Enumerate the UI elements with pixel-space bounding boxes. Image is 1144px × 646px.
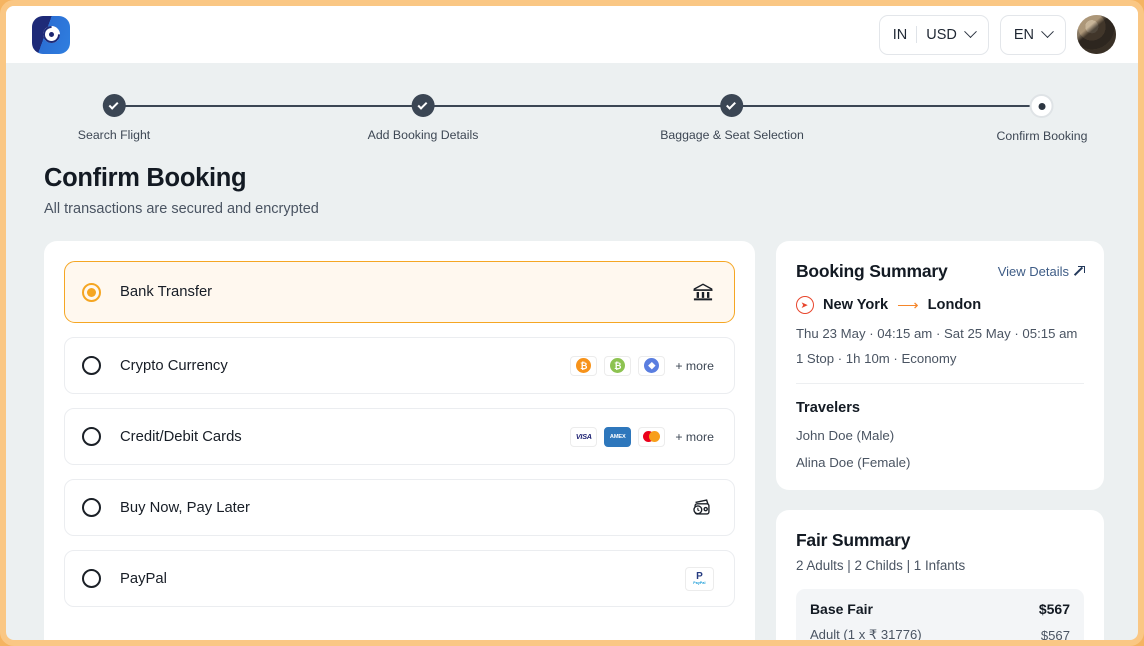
stepper-step-label: Baggage & Seat Selection [660, 128, 804, 142]
fair-summary-card: Fair Summary 2 Adults | 2 Childs | 1 Inf… [776, 510, 1104, 646]
radio-paypal[interactable] [82, 569, 101, 588]
flight-meta: 1 Stop · 1h 10m · Economy [796, 351, 1084, 366]
fare-breakdown: Base Fair $567 Adult (1 x ₹ 31776) $567 … [796, 589, 1084, 646]
payment-option-icons: ₿ ₿ ◆ + more [570, 356, 714, 376]
payment-option-label: Credit/Debit Cards [120, 429, 570, 445]
view-details-label: View Details [998, 264, 1069, 279]
stepper-step-label: Add Booking Details [368, 128, 479, 142]
payment-option-crypto-currency[interactable]: Crypto Currency ₿ ₿ ◆ + more [64, 337, 735, 394]
step-node-current-icon [1030, 94, 1054, 118]
paypal-mark: P [696, 572, 703, 581]
mastercard-icon [638, 427, 665, 447]
amex-label: AMEX [610, 434, 626, 440]
divider [796, 383, 1084, 384]
step-node-complete-icon [102, 94, 125, 117]
payment-option-paypal[interactable]: PayPal P PayPal [64, 550, 735, 607]
payment-option-label: Buy Now, Pay Later [120, 500, 690, 516]
app-logo[interactable] [32, 16, 70, 54]
itinerary-dates: Thu 23 May · 04:15 am · Sat 25 May · 05:… [796, 326, 1084, 341]
view-details-link[interactable]: View Details [998, 264, 1084, 279]
traveler-item: Alina Doe (Female) [796, 455, 1084, 470]
bitcoin-icon: ₿ [570, 356, 597, 376]
stepper-step-label: Confirm Booking [997, 129, 1088, 143]
ethereum-icon: ◆ [638, 356, 665, 376]
visa-label: VISA [576, 432, 592, 441]
radio-crypto-currency[interactable] [82, 356, 101, 375]
stepper-step-confirm-booking[interactable]: Confirm Booking [997, 94, 1088, 143]
payment-option-label: PayPal [120, 571, 685, 587]
fare-label: Base Fair [810, 601, 873, 617]
fare-label: Adult (1 x ₹ 31776) [810, 627, 922, 643]
payment-option-icons: P PayPal [685, 567, 714, 591]
progress-stepper: Search Flight Add Booking Details Baggag… [6, 94, 1138, 152]
visa-icon: VISA [570, 427, 597, 447]
header-actions: IN USD EN [879, 15, 1116, 55]
stepper-step-search-flight[interactable]: Search Flight [78, 94, 150, 142]
bank-icon [692, 282, 714, 302]
step-node-complete-icon [412, 94, 435, 117]
step-node-complete-icon [720, 94, 743, 117]
arrow-right-icon: ⟶ [897, 298, 919, 313]
page-title: Confirm Booking [44, 164, 1138, 193]
app-header: IN USD EN [6, 6, 1138, 63]
page-header: Confirm Booking All transactions are sec… [6, 152, 1138, 217]
page-subtitle: All transactions are secured and encrypt… [44, 201, 1138, 217]
traveler-item: John Doe (Male) [796, 428, 1084, 443]
payment-option-buy-now-pay-later[interactable]: Buy Now, Pay Later [64, 479, 735, 536]
booking-summary-card: Booking Summary View Details New York ⟶ … [776, 241, 1104, 490]
payment-option-credit-debit-cards[interactable]: Credit/Debit Cards VISA AMEX + more [64, 408, 735, 465]
radio-credit-debit-cards[interactable] [82, 427, 101, 446]
summary-column: Booking Summary View Details New York ⟶ … [776, 241, 1104, 646]
currency-code: USD [926, 27, 957, 43]
wallet-clock-icon [690, 497, 714, 518]
paypal-label: PayPal [693, 581, 705, 585]
fare-row-base-fair: Base Fair $567 [810, 601, 1070, 617]
bitcoin-cash-icon: ₿ [604, 356, 631, 376]
chevron-down-icon [1041, 25, 1054, 38]
payment-option-icons [692, 282, 714, 302]
arrow-up-right-icon [1075, 267, 1084, 276]
booking-summary-header: Booking Summary View Details [796, 261, 1084, 282]
fair-summary-title: Fair Summary [796, 530, 1084, 551]
paypal-icon: P PayPal [685, 567, 714, 591]
payment-option-icons [690, 497, 714, 518]
divider [916, 26, 917, 43]
passenger-count-line: 2 Adults | 2 Childs | 1 Infants [796, 558, 1084, 573]
more-brands-label[interactable]: + more [675, 359, 714, 373]
region-code: IN [893, 27, 908, 43]
airline-logo-icon [796, 296, 814, 314]
destination-city: London [928, 297, 982, 313]
avatar[interactable] [1077, 15, 1116, 54]
more-brands-label[interactable]: + more [675, 430, 714, 444]
payment-option-icons: VISA AMEX + more [570, 427, 714, 447]
booking-summary-title: Booking Summary [796, 261, 948, 282]
main-content: Bank Transfer [6, 217, 1138, 646]
radio-buy-now-pay-later[interactable] [82, 498, 101, 517]
logo-mark-icon [43, 26, 60, 43]
fare-value: $567 [1041, 628, 1070, 643]
radio-bank-transfer[interactable] [82, 283, 101, 302]
fare-value: $567 [1039, 601, 1070, 617]
travelers-title: Travelers [796, 400, 1084, 416]
language-code: EN [1014, 27, 1034, 43]
origin-city: New York [823, 297, 888, 313]
payment-option-label: Bank Transfer [120, 284, 692, 300]
payment-option-label: Crypto Currency [120, 358, 570, 374]
stepper-step-label: Search Flight [78, 128, 150, 142]
fare-row-adult: Adult (1 x ₹ 31776) $567 [810, 627, 1070, 643]
payment-option-bank-transfer[interactable]: Bank Transfer [64, 261, 735, 323]
amex-icon: AMEX [604, 427, 631, 447]
flight-route: New York ⟶ London [796, 296, 1084, 314]
chevron-down-icon [964, 25, 977, 38]
currency-selector[interactable]: IN USD [879, 15, 989, 55]
payment-methods-panel: Bank Transfer [44, 241, 755, 646]
stepper-step-baggage-seat-selection[interactable]: Baggage & Seat Selection [660, 94, 804, 142]
stepper-track [114, 105, 1030, 107]
app-viewport: IN USD EN Search Flight Add Booking Deta… [0, 0, 1144, 646]
stepper-step-add-booking-details[interactable]: Add Booking Details [368, 94, 479, 142]
language-selector[interactable]: EN [1000, 15, 1066, 55]
